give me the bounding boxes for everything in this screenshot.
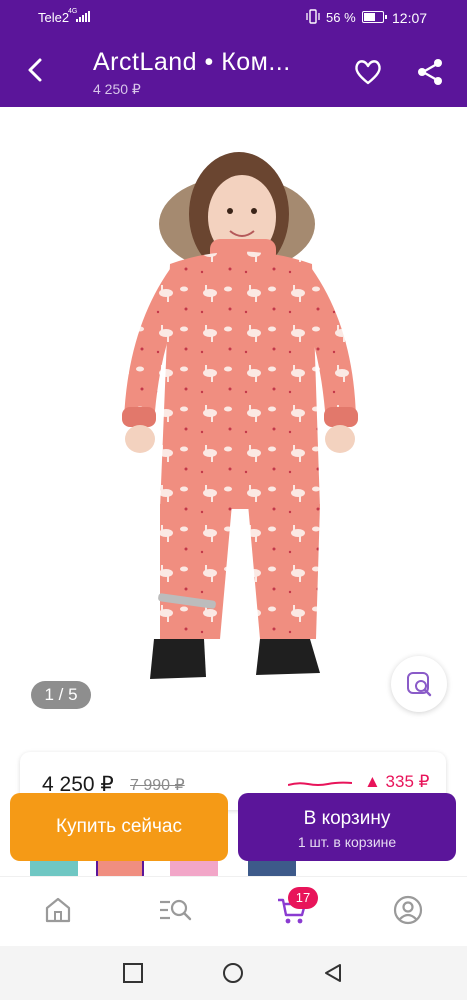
status-bar: Tele2 4G 56 % 12:07 (0, 0, 467, 36)
home-circle-icon[interactable] (222, 962, 244, 984)
old-price: 7 990 ₽ (130, 777, 185, 794)
price-history-chart[interactable] (288, 778, 352, 788)
cart-badge: 17 (288, 887, 318, 909)
share-icon[interactable] (414, 56, 446, 88)
visual-search-icon[interactable] (391, 656, 447, 712)
header-price: 4 250 ₽ (93, 81, 141, 97)
add-to-cart-button[interactable]: В корзину 1 шт. в корзине (238, 793, 456, 861)
carrier-label: Tele2 (38, 10, 70, 25)
price-change: ▲ 335 ₽ (364, 772, 430, 791)
signal-icon (76, 10, 90, 22)
product-gallery[interactable] (20, 119, 450, 729)
home-icon[interactable] (41, 893, 75, 927)
catalog-search-icon[interactable] (158, 893, 192, 927)
app-header: ArctLand • Ком... 4 250 ₽ (0, 36, 467, 107)
profile-icon[interactable] (391, 893, 425, 927)
image-counter: 1 / 5 (31, 681, 91, 709)
system-nav-bar (0, 946, 467, 1000)
heart-icon[interactable] (352, 56, 384, 88)
buy-now-button[interactable]: Купить сейчас (10, 793, 228, 861)
add-to-cart-label: В корзину (303, 808, 391, 829)
product-image[interactable] (20, 119, 450, 729)
battery-icon (362, 11, 387, 23)
back-triangle-icon[interactable] (322, 962, 344, 984)
battery-percent: 56 % (326, 10, 356, 25)
back-arrow-icon[interactable] (18, 52, 54, 88)
clock: 12:07 (392, 10, 428, 26)
bottom-nav: 17 (0, 876, 467, 946)
in-cart-count: 1 шт. в корзине (297, 834, 397, 850)
page-title: ArctLand • Ком... (93, 48, 291, 76)
recents-icon[interactable] (122, 962, 144, 984)
vibrate-icon (306, 9, 320, 24)
